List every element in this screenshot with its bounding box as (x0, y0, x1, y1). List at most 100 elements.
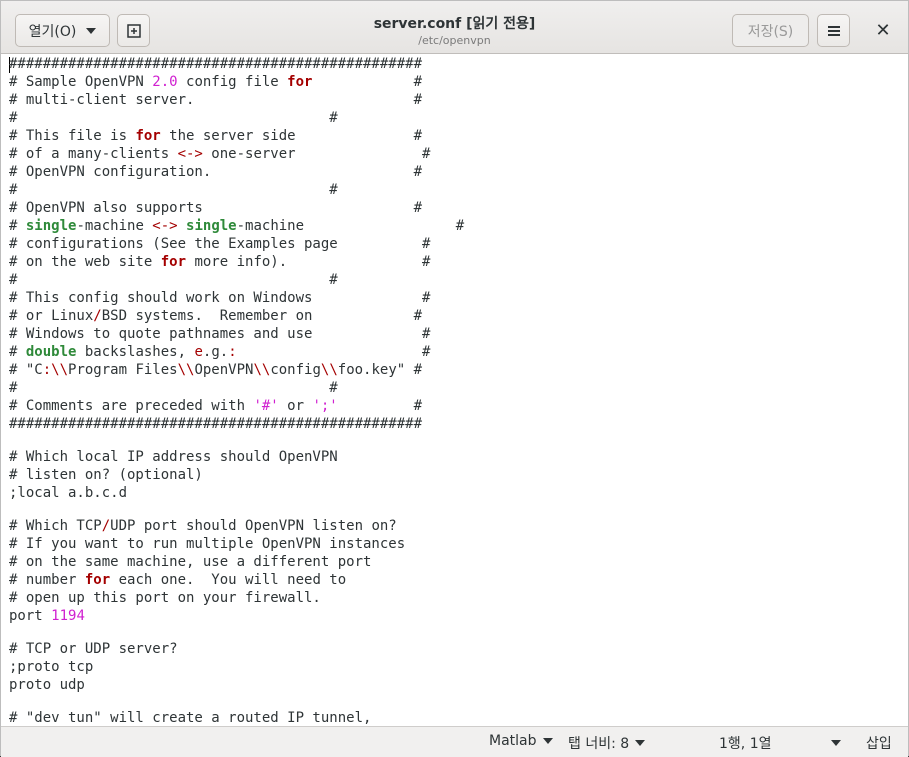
code-line: # TCP or UDP server? (9, 640, 464, 658)
code-token: : (228, 344, 237, 360)
code-line: # "dev tun" will create a routed IP tunn… (9, 709, 464, 726)
code-token: # (9, 344, 26, 360)
code-token: more info). # (186, 254, 431, 270)
code-line: port 1194 (9, 607, 464, 625)
code-token: # # (9, 182, 338, 198)
code-line: # This file is for the server side # (9, 127, 464, 145)
code-token: # multi-client server. # (9, 92, 423, 108)
code-token: for (135, 128, 161, 144)
code-line: # Windows to quote pathnames and use # (9, 325, 464, 343)
code-token: # Sample OpenVPN (9, 74, 153, 90)
code-token: # or Linux (9, 308, 94, 324)
code-token: \\ (253, 362, 271, 378)
code-token: # (236, 344, 431, 360)
close-icon: ✕ (875, 20, 891, 41)
code-token: or (278, 398, 313, 414)
code-token: config (270, 362, 321, 378)
menu-button[interactable] (817, 14, 850, 47)
code-token: # OpenVPN also supports # (9, 200, 423, 216)
code-line: # listen on? (optional) (9, 466, 464, 484)
code-token: \\ (320, 362, 338, 378)
code-token: # on the web site (9, 254, 161, 270)
code-token: \\ (177, 362, 195, 378)
code-line: ;proto tcp (9, 658, 464, 676)
code-token: port (9, 608, 52, 624)
code-token: ########################################… (9, 416, 423, 432)
code-token: # Comments are preceded with (9, 398, 254, 414)
code-token: # (312, 74, 423, 90)
close-button[interactable]: ✕ (867, 14, 899, 47)
code-token: # Windows to quote pathnames and use # (9, 326, 431, 342)
code-token: foo.key" # (337, 362, 423, 378)
code-token: # number (9, 572, 85, 588)
code-token: ########################################… (9, 56, 423, 72)
code-line: proto udp (9, 676, 464, 694)
tab-width-selector[interactable]: 탭 너비: 8 (568, 733, 646, 753)
hamburger-menu-icon (827, 25, 840, 36)
code-token: config file (177, 74, 288, 90)
code-token: each one. You will need to (110, 572, 347, 588)
cursor-position-label: 1행, 1열 (719, 736, 772, 752)
chevron-down-icon (831, 740, 842, 746)
code-line: # double backslashes, e.g.: # (9, 343, 464, 361)
code-token: for (160, 254, 187, 270)
cursor-position-selector[interactable]: 1행, 1열 (719, 733, 842, 753)
code-token: single (186, 218, 237, 234)
code-token: # Which local IP address should OpenVPN (9, 449, 338, 465)
language-label: Matlab (489, 733, 537, 749)
code-token: proto udp (9, 677, 85, 693)
code-token: <-> (177, 146, 203, 162)
text-editor[interactable]: ########################################… (1, 54, 908, 726)
code-token: one-server # (202, 146, 431, 162)
code-line: # open up this port on your firewall. (9, 589, 464, 607)
code-token: ;proto tcp (9, 659, 94, 675)
code-token: # This config should work on Windows # (9, 290, 431, 306)
status-bar: Matlab 탭 너비: 8 1행, 1열 삽입 (1, 726, 908, 757)
code-token: # TCP or UDP server? (9, 641, 178, 657)
insert-mode-indicator: 삽입 (866, 733, 892, 753)
code-line: # This config should work on Windows # (9, 289, 464, 307)
code-token: e (194, 344, 203, 360)
code-token: # # (9, 272, 338, 288)
code-line: # OpenVPN configuration. # (9, 163, 464, 181)
code-token: Program Files (68, 362, 178, 378)
gedit-window: 열기(O) server.conf [읽기 전용] /etc/openvpn 저… (0, 0, 909, 757)
insert-mode-label: 삽입 (866, 736, 892, 752)
header-bar: 열기(O) server.conf [읽기 전용] /etc/openvpn 저… (1, 1, 908, 54)
code-token: # of a many-clients (9, 146, 178, 162)
code-token: / (93, 308, 102, 324)
code-token: # (337, 398, 423, 414)
code-line: # of a many-clients <-> one-server # (9, 145, 464, 163)
code-token: # # (9, 110, 338, 126)
code-line: # Which TCP/UDP port should OpenVPN list… (9, 517, 464, 535)
code-token: UDP port should OpenVPN listen on? (110, 518, 397, 534)
code-line: # If you want to run multiple OpenVPN in… (9, 535, 464, 553)
code-token: '#' (253, 398, 279, 414)
code-token: .g. (202, 344, 229, 360)
code-token: # "dev tun" will create a routed IP tunn… (9, 710, 372, 726)
code-line: # number for each one. You will need to (9, 571, 464, 589)
code-token: the server side # (160, 128, 423, 144)
code-token: ;local a.b.c.d (9, 485, 128, 501)
code-token: # listen on? (optional) (9, 467, 203, 483)
code-token: -machine (76, 218, 153, 234)
code-token: # OpenVPN configuration. # (9, 164, 423, 180)
code-token: # This file is (9, 128, 136, 144)
code-token: backslashes, (76, 344, 195, 360)
code-token: BSD systems. Remember on # (101, 308, 423, 324)
code-line: # "C:\\Program Files\\OpenVPN\\config\\f… (9, 361, 464, 379)
code-token: # configurations (See the Examples page … (9, 236, 431, 252)
tab-width-label: 탭 너비: 8 (568, 736, 630, 752)
code-token: # # (9, 380, 338, 396)
code-token: 1194 (51, 608, 85, 624)
code-line: # multi-client server. # (9, 91, 464, 109)
code-line: # Sample OpenVPN 2.0 config file for # (9, 73, 464, 91)
save-button[interactable]: 저장(S) (732, 14, 809, 47)
language-selector[interactable]: Matlab (489, 733, 553, 749)
code-token: 2.0 (152, 74, 178, 90)
code-token: # If you want to run multiple OpenVPN in… (9, 536, 406, 552)
